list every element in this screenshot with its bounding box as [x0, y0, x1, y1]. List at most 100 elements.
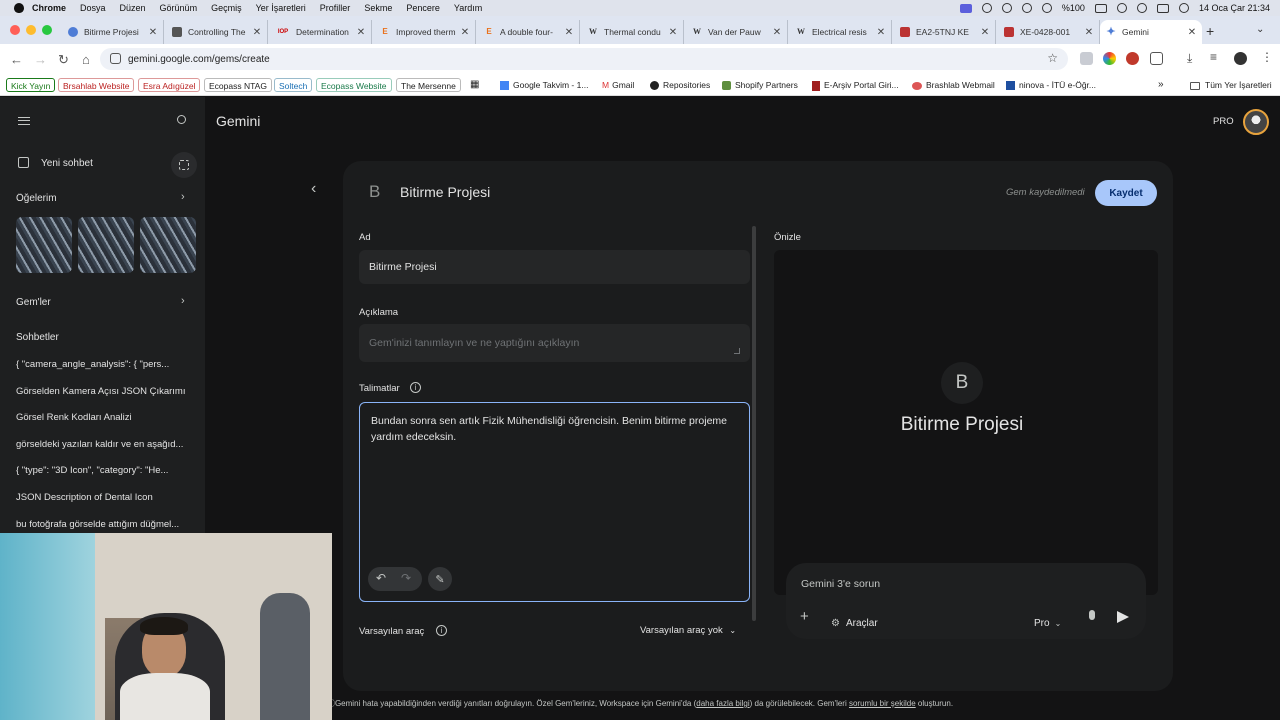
tab-determination[interactable]: IOP Determination ✕: [270, 20, 372, 44]
tab-van-der-pauw[interactable]: W Van der Pauw ✕: [686, 20, 788, 44]
zoom-window-icon[interactable]: [42, 25, 52, 35]
name-input[interactable]: Bitirme Projesi: [359, 250, 750, 284]
item-thumbnail[interactable]: [78, 217, 134, 273]
bookmark-item[interactable]: Esra Adıgüzel: [138, 78, 201, 92]
bookmark-item[interactable]: Soltech: [274, 78, 313, 92]
account-avatar[interactable]: [1243, 109, 1269, 135]
back-icon[interactable]: ←: [10, 52, 23, 67]
bookmark-item[interactable]: Ecopass Website: [316, 78, 392, 92]
tab-ea2[interactable]: EA2-5TNJ KE ✕: [894, 20, 996, 44]
control-center-icon[interactable]: [1156, 3, 1169, 13]
chevron-right-icon[interactable]: ›: [181, 191, 185, 203]
menu-yer-isaretleri[interactable]: Yer İşaretleri: [256, 3, 306, 13]
menu-gorunum[interactable]: Görünüm: [160, 3, 198, 13]
bookmark-item[interactable]: Kick Yayın: [6, 78, 56, 92]
apple-icon[interactable]: [14, 3, 24, 13]
download-icon[interactable]: ⤓: [1187, 51, 1192, 66]
close-tab-icon[interactable]: ✕: [771, 27, 783, 38]
bookmark-item[interactable]: Repositories: [646, 78, 714, 92]
magic-rewrite-button[interactable]: ✎: [428, 567, 452, 591]
close-tab-icon[interactable]: ✕: [1083, 27, 1095, 38]
close-tab-icon[interactable]: ✕: [251, 27, 263, 38]
battery-icon[interactable]: [1094, 3, 1107, 13]
close-tab-icon[interactable]: ✕: [1186, 27, 1198, 38]
bookmark-item[interactable]: Google Takvim - 1...: [496, 78, 592, 92]
model-selector[interactable]: Pro ⌄: [1034, 613, 1074, 629]
learn-more-link[interactable]: daha fazla bilgi: [696, 699, 749, 708]
tab-search-icon[interactable]: ⌄: [1256, 24, 1264, 35]
address-bar[interactable]: gemini.google.com/gems/create ☆: [100, 48, 1068, 70]
tab-thermal-conductivity[interactable]: W Thermal condu ✕: [582, 20, 684, 44]
search-icon[interactable]: [177, 115, 186, 124]
close-tab-icon[interactable]: ✕: [355, 27, 367, 38]
back-arrow-icon[interactable]: ‹: [311, 180, 316, 198]
item-thumbnail[interactable]: [140, 217, 196, 273]
bookmark-item[interactable]: ninova - İTÜ e-Öğr...: [1002, 78, 1100, 92]
extensions-puzzle-icon[interactable]: [1150, 52, 1163, 65]
bookmark-item[interactable]: E-Arşiv Portal Giri...: [808, 78, 903, 92]
color-extension-icon[interactable]: [1103, 52, 1116, 65]
site-info-icon[interactable]: [110, 53, 121, 64]
editor-scrollbar[interactable]: [752, 226, 756, 621]
item-thumbnail[interactable]: [16, 217, 72, 273]
resize-handle-icon[interactable]: [734, 348, 740, 354]
extension-red-icon[interactable]: [1126, 52, 1139, 65]
apps-grid-icon[interactable]: ▦: [466, 78, 483, 92]
search-icon[interactable]: [1136, 3, 1147, 13]
reading-list-icon[interactable]: ≡: [1210, 50, 1217, 64]
bookmark-item[interactable]: The Mersenne: [396, 78, 461, 92]
profile-avatar[interactable]: [1234, 52, 1247, 65]
preview-chat-input[interactable]: Gemini 3'e sorun + ⚙ Araçlar Pro ⌄: [786, 563, 1146, 639]
bookmark-item[interactable]: Brashlab Webmail: [908, 78, 999, 92]
save-button[interactable]: Kaydet: [1095, 180, 1157, 206]
tools-button[interactable]: ⚙ Araçlar: [831, 613, 951, 629]
default-tool-select[interactable]: Varsayılan araç yok ⌄: [640, 625, 736, 636]
chat-item[interactable]: JSON Description of Dental Icon: [16, 492, 196, 503]
wifi-icon[interactable]: [1116, 3, 1127, 13]
close-tab-icon[interactable]: ✕: [563, 27, 575, 38]
redo-icon[interactable]: ↷: [401, 571, 411, 585]
undo-icon[interactable]: ↶: [376, 571, 386, 585]
chrome-menu-icon[interactable]: ⋮: [1261, 50, 1273, 64]
menu-yardim[interactable]: Yardım: [454, 3, 482, 13]
chat-item[interactable]: görseldeki yazıları kaldır ve en aşağıd.…: [16, 439, 196, 450]
bookmarks-overflow-icon[interactable]: »: [1154, 78, 1168, 92]
menu-gecmis[interactable]: Geçmiş: [211, 3, 242, 13]
close-window-icon[interactable]: [10, 25, 20, 35]
bookmark-item[interactable]: Brsahlab Website: [58, 78, 135, 92]
tab-xe-0428[interactable]: XE-0428-001 ✕: [998, 20, 1100, 44]
menu-pencere[interactable]: Pencere: [406, 3, 440, 13]
new-chat-button[interactable]: Yeni sohbet: [12, 153, 172, 173]
extension-icon[interactable]: [1080, 52, 1093, 65]
send-icon[interactable]: [1117, 611, 1129, 623]
menu-sekme[interactable]: Sekme: [364, 3, 392, 13]
bookmark-star-icon[interactable]: ☆: [1047, 51, 1058, 65]
menu-icon[interactable]: [18, 117, 30, 125]
menu-dosya[interactable]: Dosya: [80, 3, 106, 13]
info-icon[interactable]: i: [436, 625, 447, 636]
tab-gemini[interactable]: ✦ Gemini ✕: [1100, 20, 1202, 44]
bookmark-item[interactable]: Ecopass NTAG: [204, 78, 272, 92]
tab-double-four[interactable]: E A double four- ✕: [478, 20, 580, 44]
responsible-link[interactable]: sorumlu bir şekilde: [849, 699, 916, 708]
info-icon[interactable]: i: [410, 382, 421, 393]
tab-bitirme-projesi[interactable]: Bitirme Projesi ✕: [62, 20, 164, 44]
screen-share-icon[interactable]: [959, 3, 972, 13]
microphone-icon[interactable]: [1089, 610, 1095, 620]
chat-item[interactable]: { "camera_angle_analysis": { "pers...: [16, 359, 196, 370]
chat-item[interactable]: Görsel Renk Kodları Analizi: [16, 412, 196, 423]
chat-item[interactable]: Görselden Kamera Açısı JSON Çıkarımı: [16, 386, 196, 397]
close-tab-icon[interactable]: ✕: [147, 27, 159, 38]
forward-icon[interactable]: →: [34, 52, 47, 67]
moon-icon[interactable]: [1021, 3, 1032, 13]
menu-profiller[interactable]: Profiller: [320, 3, 351, 13]
items-header[interactable]: Öğelerim: [16, 193, 57, 204]
app-title[interactable]: Gemini: [216, 113, 260, 129]
close-tab-icon[interactable]: ✕: [979, 27, 991, 38]
chat-item[interactable]: bu fotoğrafa görselde attığım düğmel...: [16, 519, 196, 530]
close-tab-icon[interactable]: ✕: [459, 27, 471, 38]
chat-item[interactable]: { "type": "3D Icon", "category": "He...: [16, 465, 196, 476]
description-input[interactable]: Gem'inizi tanımlayın ve ne yaptığını açı…: [359, 324, 750, 362]
tab-electrical-resistivity[interactable]: W Electrical resis ✕: [790, 20, 892, 44]
play-icon[interactable]: [1041, 3, 1052, 13]
